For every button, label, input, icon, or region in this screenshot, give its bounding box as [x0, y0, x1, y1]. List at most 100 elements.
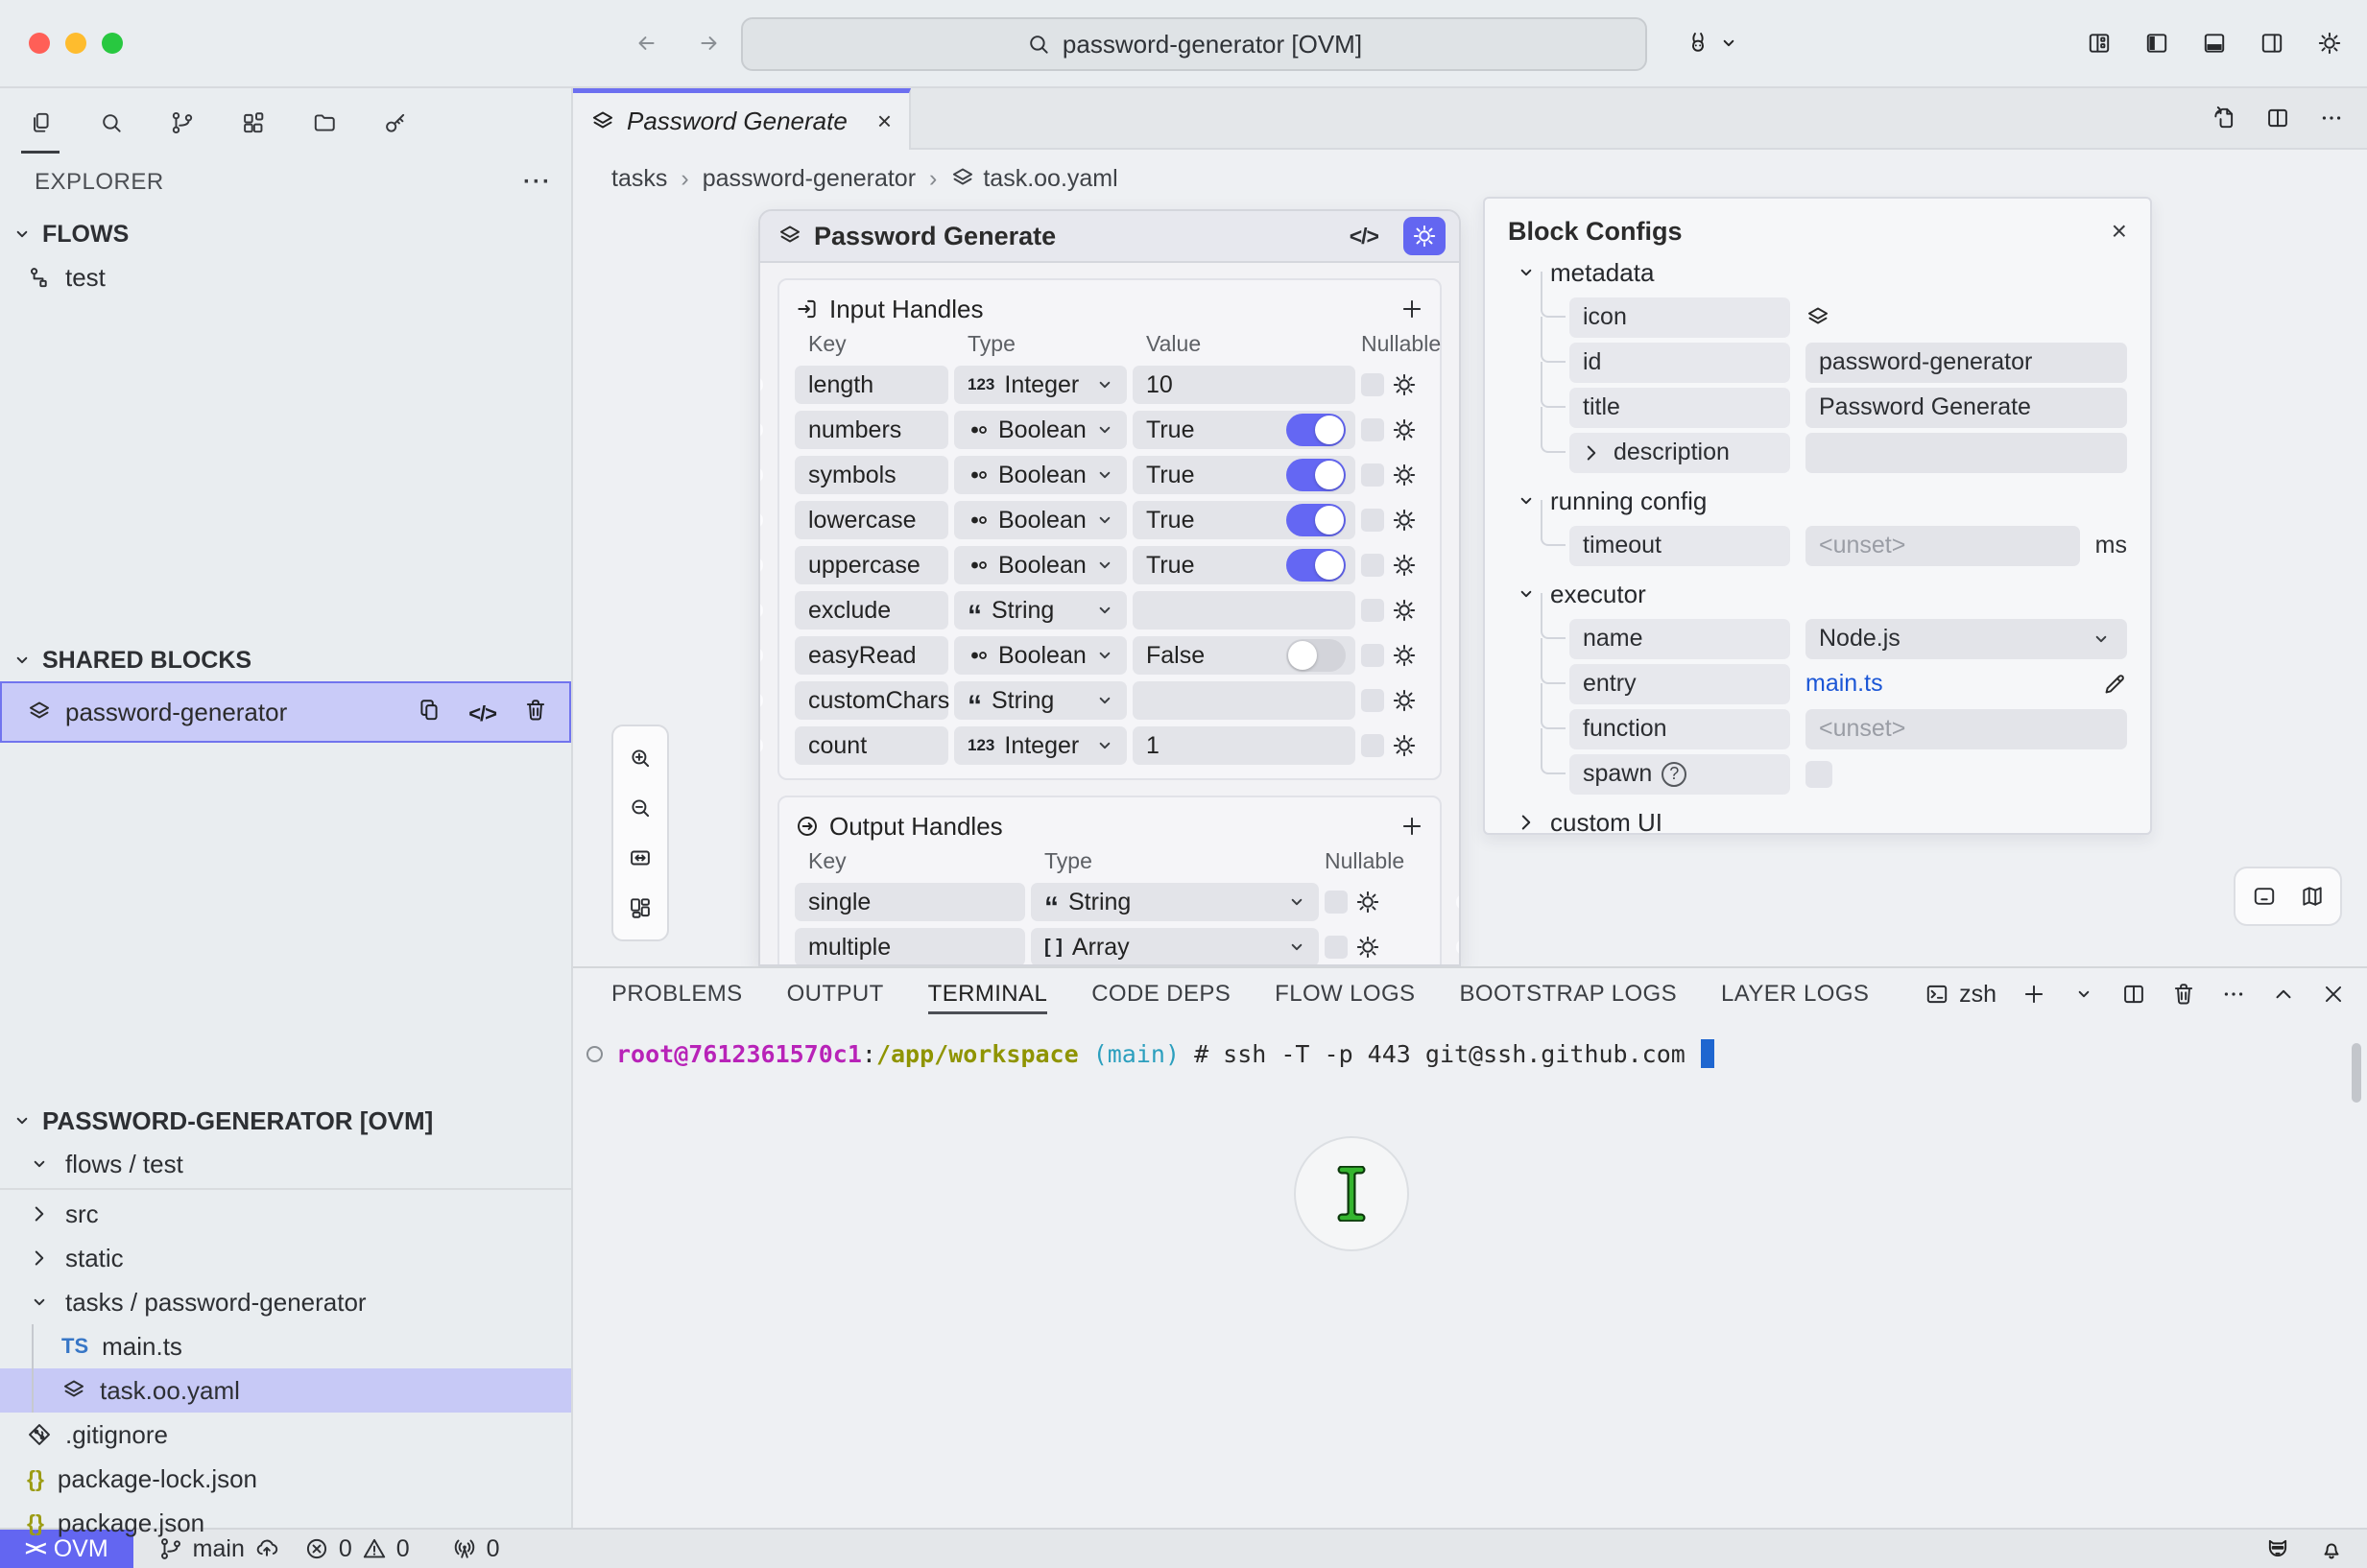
close-configs-icon[interactable]: × — [2112, 216, 2127, 247]
handle-key-field[interactable]: customChars — [795, 681, 948, 720]
zoom-in-button[interactable] — [628, 746, 653, 771]
maximize-panel-button[interactable] — [2271, 982, 2296, 1007]
copy-icon[interactable] — [417, 698, 442, 727]
handle-type-select[interactable]: “String — [954, 591, 1127, 630]
breadcrumb-item[interactable]: tasks — [611, 165, 667, 193]
assistant-menu[interactable] — [1686, 31, 1741, 56]
tree-item-package.json[interactable]: {}package.json — [0, 1501, 571, 1545]
panel-tab-bootstrap-logs[interactable]: BOOTSTRAP LOGS — [1459, 970, 1677, 1018]
config-group-executor[interactable]: executor — [1508, 572, 2127, 616]
split-terminal-button[interactable] — [2121, 982, 2146, 1007]
handle-settings-icon[interactable] — [1390, 501, 1419, 539]
nullable-checkbox[interactable] — [1361, 734, 1384, 757]
close-panel-button[interactable] — [2321, 982, 2346, 1007]
explorer-more-actions[interactable]: ··· — [523, 169, 552, 196]
input-connector-dot[interactable] — [758, 466, 763, 484]
handle-settings-icon[interactable] — [1390, 726, 1419, 765]
zoom-window-button[interactable] — [102, 33, 123, 54]
activity-branch-icon[interactable] — [157, 98, 207, 148]
terminal-profile-dropdown[interactable] — [2071, 982, 2096, 1007]
handle-settings-icon[interactable] — [1390, 411, 1419, 449]
config-value-field[interactable]: <unset> — [1805, 526, 2080, 566]
handle-key-field[interactable]: uppercase — [795, 546, 948, 584]
handle-key-field[interactable]: easyRead — [795, 636, 948, 675]
boolean-toggle[interactable] — [1286, 639, 1346, 672]
handle-value-field[interactable]: True — [1133, 411, 1355, 449]
close-tab-icon[interactable]: × — [877, 107, 892, 136]
handle-settings-icon[interactable] — [1390, 591, 1419, 630]
kill-terminal-button[interactable] — [2171, 982, 2196, 1007]
handle-key-field[interactable]: lowercase — [795, 501, 948, 539]
config-key[interactable]: spawn? — [1569, 754, 1790, 795]
more-actions-icon[interactable] — [2319, 106, 2344, 131]
config-value-field[interactable] — [1805, 433, 2127, 473]
handle-settings-icon[interactable] — [1390, 456, 1419, 494]
nullable-checkbox[interactable] — [1361, 689, 1384, 712]
activity-blocks-icon[interactable] — [228, 98, 278, 148]
output-connector-dot[interactable] — [1456, 893, 1461, 911]
config-group-custom-UI[interactable]: custom UI — [1508, 800, 2127, 835]
nullable-checkbox[interactable] — [1361, 463, 1384, 487]
tree-item-package-lock.json[interactable]: {}package-lock.json — [0, 1457, 571, 1501]
panel-tab-code-deps[interactable]: CODE DEPS — [1091, 970, 1231, 1018]
config-value-field[interactable]: password-generator — [1805, 343, 2127, 383]
settings-gear-icon[interactable] — [2317, 31, 2342, 56]
config-group-running-config[interactable]: running config — [1508, 479, 2127, 523]
config-key[interactable]: id — [1569, 343, 1790, 383]
toggle-secondary-sidebar-icon[interactable] — [2259, 31, 2284, 56]
toggle-minimap-button[interactable] — [2300, 884, 2325, 909]
tree-item-tasks-password-generator[interactable]: tasks / password-generator — [0, 1280, 571, 1324]
output-connector-dot[interactable] — [1456, 938, 1461, 956]
terminal-scrollbar[interactable] — [2352, 1043, 2361, 1103]
input-connector-dot[interactable] — [758, 511, 763, 529]
entry-file-link[interactable]: main.ts — [1805, 670, 1883, 698]
input-connector-dot[interactable] — [758, 557, 763, 574]
block-node-card[interactable]: Password Generate </> Input Handles KeyT… — [758, 209, 1461, 966]
handle-type-select[interactable]: Boolean — [954, 546, 1127, 584]
activity-search-icon[interactable] — [86, 98, 136, 148]
handle-key-field[interactable]: length — [795, 366, 948, 404]
handle-settings-icon[interactable] — [1353, 883, 1382, 921]
flows-header[interactable]: FLOWS — [0, 213, 571, 255]
nullable-checkbox[interactable] — [1361, 418, 1384, 441]
toggle-sidebar-icon[interactable] — [2144, 31, 2169, 56]
window-controls[interactable] — [29, 33, 123, 54]
shared-blocks-header[interactable]: SHARED BLOCKS — [0, 639, 571, 681]
input-connector-dot[interactable] — [758, 421, 763, 439]
handle-value-field[interactable]: 10 — [1133, 366, 1355, 404]
handle-type-select[interactable]: Boolean — [954, 411, 1127, 449]
spawn-checkbox[interactable] — [1805, 761, 1832, 788]
config-key[interactable]: timeout — [1569, 526, 1790, 566]
handle-settings-icon[interactable] — [1390, 546, 1419, 584]
config-value-field[interactable]: <unset> — [1805, 709, 2127, 749]
panel-tab-terminal[interactable]: TERMINAL — [928, 970, 1048, 1018]
panel-tab-problems[interactable]: PROBLEMS — [611, 970, 743, 1018]
activity-files-icon[interactable] — [15, 98, 65, 148]
config-key[interactable]: title — [1569, 388, 1790, 428]
config-key[interactable]: entry — [1569, 664, 1790, 704]
config-value-select[interactable]: Node.js — [1805, 619, 2127, 659]
shared-block-password-generator[interactable]: password-generator </> — [0, 681, 571, 743]
activity-key-icon[interactable] — [371, 98, 420, 148]
handle-type-select[interactable]: [ ]Array — [1031, 928, 1319, 966]
nullable-checkbox[interactable] — [1361, 644, 1384, 667]
boolean-toggle[interactable] — [1286, 504, 1346, 536]
handle-value-field[interactable]: True — [1133, 546, 1355, 584]
activity-folder-icon[interactable] — [299, 98, 349, 148]
pencil-icon[interactable] — [2102, 672, 2127, 697]
command-center-search[interactable]: password-generator [OVM] — [741, 17, 1647, 71]
boolean-toggle[interactable] — [1286, 459, 1346, 491]
handle-value-field[interactable] — [1133, 591, 1355, 630]
block-settings-button[interactable] — [1403, 217, 1446, 255]
handle-key-field[interactable]: multiple — [795, 928, 1025, 966]
config-value-field[interactable]: Password Generate — [1805, 388, 2127, 428]
input-connector-dot[interactable] — [758, 376, 763, 393]
nullable-checkbox[interactable] — [1325, 891, 1348, 914]
minimize-window-button[interactable] — [65, 33, 86, 54]
handle-key-field[interactable]: single — [795, 883, 1025, 921]
panel-more-actions[interactable] — [2221, 982, 2246, 1007]
project-header[interactable]: PASSWORD-GENERATOR [OVM] — [0, 1100, 571, 1142]
nullable-checkbox[interactable] — [1325, 936, 1348, 959]
handle-key-field[interactable]: symbols — [795, 456, 948, 494]
terminal-instance[interactable]: zsh — [1925, 981, 1996, 1009]
